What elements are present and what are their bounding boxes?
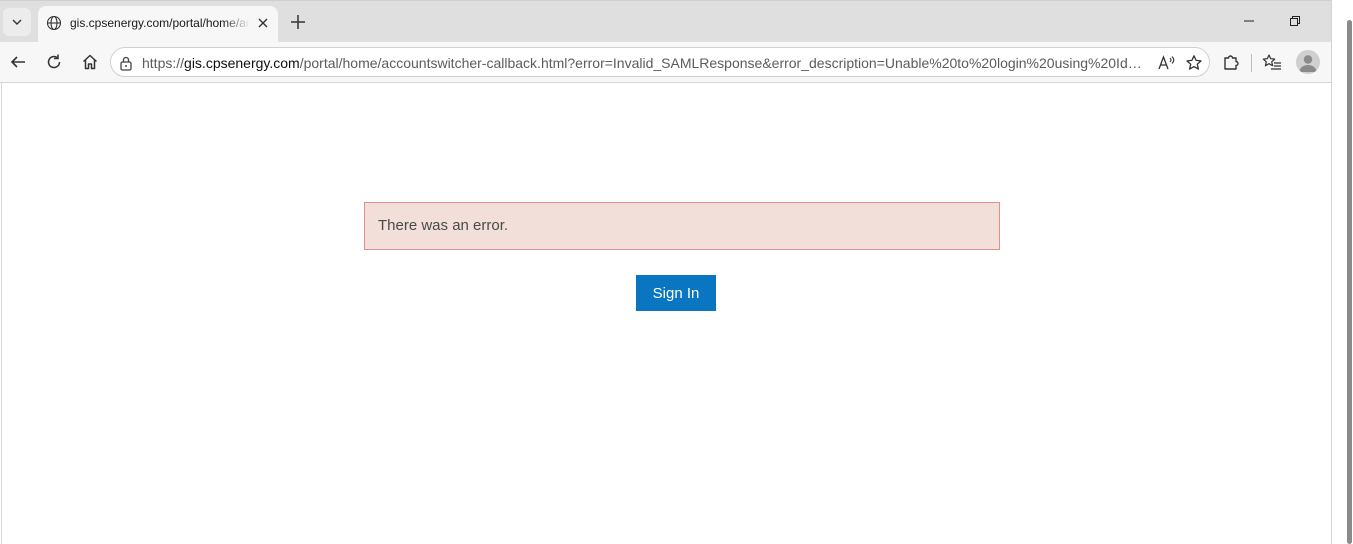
- plus-icon: [291, 15, 305, 29]
- minimize-icon: [1244, 20, 1254, 22]
- refresh-button[interactable]: [42, 50, 66, 74]
- browser-toolbar: https://gis.cpsenergy.com/portal/home/ac…: [0, 42, 1331, 83]
- back-arrow-icon: [10, 56, 25, 68]
- close-icon[interactable]: [256, 16, 270, 30]
- minimize-button[interactable]: [1239, 11, 1259, 31]
- restore-button[interactable]: [1285, 11, 1305, 31]
- page-content: There was an error. Sign In: [1, 83, 1332, 544]
- extensions-button[interactable]: [1219, 50, 1243, 74]
- error-alert: There was an error.: [364, 202, 1000, 250]
- toolbar-separator: [1251, 54, 1252, 72]
- restore-icon: [1290, 16, 1300, 26]
- url-scheme: https://: [142, 55, 185, 71]
- new-tab-button[interactable]: [286, 10, 310, 34]
- read-aloud-icon: [1158, 55, 1175, 70]
- read-aloud-button[interactable]: [1157, 53, 1177, 73]
- lock-icon[interactable]: [119, 55, 133, 71]
- browser-tab[interactable]: gis.cpsenergy.com/portal/home/accountswi…: [38, 6, 278, 43]
- browser-title-bar: gis.cpsenergy.com/portal/home/accountswi…: [0, 0, 1331, 43]
- home-icon: [82, 54, 98, 70]
- url-text[interactable]: https://gis.cpsenergy.com/portal/home/ac…: [142, 55, 1147, 71]
- star-icon: [1186, 55, 1202, 70]
- globe-icon: [46, 15, 62, 31]
- profile-icon: [1299, 55, 1317, 72]
- address-bar[interactable]: https://gis.cpsenergy.com/portal/home/ac…: [110, 47, 1210, 77]
- chevron-down-icon: [12, 19, 22, 25]
- add-favorite-button[interactable]: [1184, 53, 1204, 73]
- puzzle-icon: [1224, 55, 1239, 70]
- url-path: /portal/home/accountswitcher-callback.ht…: [299, 55, 1147, 71]
- scrollbar-thumb[interactable]: [1347, 20, 1352, 544]
- refresh-icon: [47, 54, 61, 69]
- profile-button[interactable]: [1296, 50, 1320, 74]
- tab-list-button[interactable]: [3, 8, 31, 36]
- favorites-button[interactable]: [1260, 50, 1284, 74]
- home-button[interactable]: [78, 50, 102, 74]
- url-host: gis.cpsenergy.com: [184, 55, 300, 71]
- tab-title: gis.cpsenergy.com/portal/home/accountswi…: [70, 16, 250, 30]
- sign-in-button[interactable]: Sign In: [636, 275, 716, 311]
- error-message: There was an error.: [378, 217, 509, 234]
- favorites-icon: [1262, 54, 1281, 70]
- back-button[interactable]: [6, 50, 30, 74]
